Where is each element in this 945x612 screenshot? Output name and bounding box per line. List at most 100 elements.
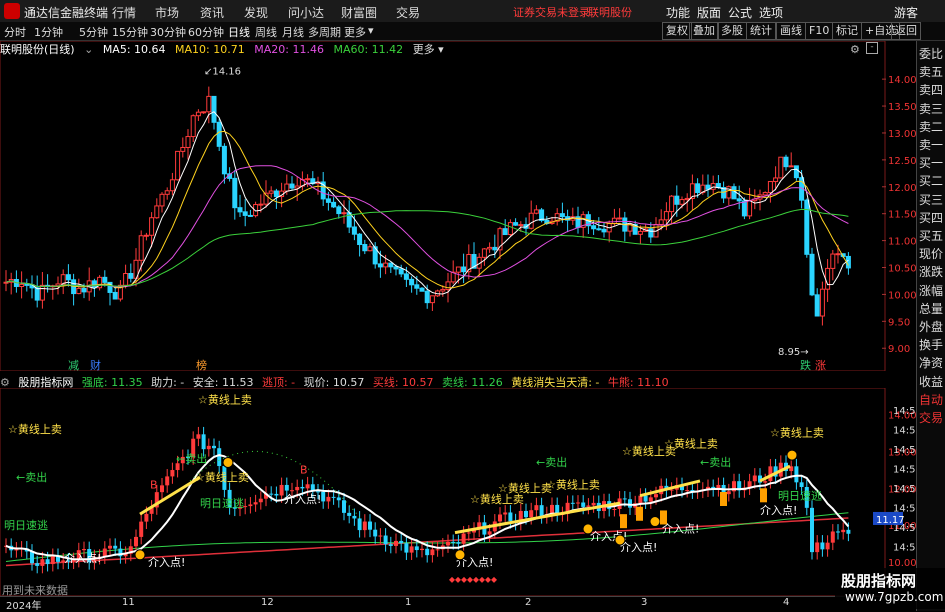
menu-wealth[interactable]: 财富圈 [341, 4, 377, 21]
legend-escape-top: 逃顶: - [261, 376, 296, 389]
chevron-down-icon[interactable]: ⌄ [84, 43, 93, 56]
sidebar-item[interactable]: 净资 [919, 354, 943, 371]
tab-5min[interactable]: 5分钟 [79, 24, 108, 40]
sidebar-item[interactable]: 换手 [919, 336, 943, 353]
sidebar-item[interactable]: 卖二 [919, 118, 943, 135]
signal-sell-out: ←卖出 [16, 470, 47, 484]
candle-body [445, 281, 451, 290]
candle-body [429, 295, 435, 304]
sidebar-item[interactable]: 收益 [919, 373, 943, 390]
tab-60min[interactable]: 60分钟 [188, 24, 224, 40]
f10-button[interactable]: F10 [805, 22, 834, 40]
sidebar-item[interactable]: 卖五 [919, 63, 943, 80]
stock-link[interactable]: 联明股份 [588, 4, 632, 20]
menu-bar: 通达信金融终端 行情 市场 资讯 发现 问小达 财富圈 交易 证券交易未登录 联… [0, 0, 945, 23]
sidebar-item[interactable]: 外盘 [919, 318, 943, 335]
candle-body [112, 291, 118, 300]
sidebar-item[interactable]: 涨跌 [919, 263, 943, 280]
indicator-candle-body [279, 484, 284, 496]
menu-ask[interactable]: 问小达 [288, 4, 324, 21]
tab-more[interactable]: 更多 [344, 24, 366, 40]
candle-body [180, 146, 186, 152]
date-tick: 11 [122, 597, 135, 608]
tab-15min[interactable]: 15分钟 [112, 24, 148, 40]
indicator-candle-body [446, 541, 450, 546]
settings-gear-icon[interactable]: ⚙ [0, 376, 10, 389]
sidebar-item[interactable]: 现价 [919, 245, 943, 262]
high-price-label: ↙14.16 [204, 67, 241, 78]
overlay-button[interactable]: 叠加 [689, 22, 719, 40]
candle-body [19, 283, 25, 287]
sidebar-item[interactable]: 委比 [919, 45, 943, 62]
trade-login-notice[interactable]: 证券交易未登录 [513, 4, 590, 20]
tab-daily[interactable]: 日线 [228, 24, 250, 40]
indicator-candle-body [414, 546, 419, 551]
sidebar-item[interactable]: 总量 [919, 300, 943, 317]
tab-intraday[interactable]: 分时 [4, 24, 26, 40]
tab-1min[interactable]: 1分钟 [34, 24, 63, 40]
tab-monthly[interactable]: 月线 [282, 24, 304, 40]
tab-weekly[interactable]: 周线 [255, 24, 277, 40]
sidebar-item[interactable]: 交易 [919, 409, 943, 426]
draw-line-button[interactable]: 画线 [776, 22, 806, 40]
indicator-chart[interactable]: 14.0013.0012.0011.0010.0014:5614:5614:56… [0, 388, 916, 596]
sidebar-item[interactable]: 买三 [919, 191, 943, 208]
candle-body [617, 217, 623, 220]
stats-button[interactable]: 统计 [746, 22, 776, 40]
candle-body [336, 206, 342, 215]
sidebar-item[interactable]: 卖一 [919, 136, 943, 153]
menu-options[interactable]: 选项 [759, 4, 783, 21]
adjust-button[interactable]: 复权 [662, 22, 692, 40]
back-button[interactable]: 返回 [891, 22, 921, 40]
orange-signal-bar [760, 488, 767, 503]
ma5-line [5, 111, 849, 295]
indicator-candle-body [763, 481, 768, 483]
sidebar-item[interactable]: 自动 [919, 391, 943, 408]
menu-market-quotes[interactable]: 行情 [112, 4, 136, 21]
candle-body [778, 156, 784, 179]
mark-button[interactable]: 标记 [832, 22, 862, 40]
menu-formula[interactable]: 公式 [728, 4, 752, 21]
menu-trade[interactable]: 交易 [396, 4, 420, 21]
menu-layout[interactable]: 版面 [697, 4, 721, 21]
sidebar-item[interactable]: 买二 [919, 172, 943, 189]
candle-body [507, 222, 513, 236]
price-tick-label: 9.50 [888, 317, 910, 328]
candle-body [518, 224, 524, 227]
indicator-candle-body [836, 531, 840, 533]
menu-discover[interactable]: 发现 [244, 4, 268, 21]
event-badge[interactable]: 榜 [196, 358, 207, 371]
menu-market[interactable]: 市场 [155, 4, 179, 21]
sidebar-item[interactable]: 卖三 [919, 100, 943, 117]
candlestick-chart[interactable]: 14.00 13.50 13.00 12.50 12.00 11.50 11.00 10.50… [0, 41, 916, 371]
event-badge[interactable]: 涨 [815, 359, 826, 371]
menu-news[interactable]: 资讯 [200, 4, 224, 21]
guest-account[interactable]: 游客 [894, 4, 918, 21]
event-badge[interactable]: 减 [68, 359, 79, 371]
indicator-candle-body [378, 535, 383, 537]
candle-body [492, 246, 498, 251]
event-badge[interactable]: 跌 [800, 358, 811, 371]
collapse-icon[interactable]: - [866, 42, 878, 54]
sidebar-item[interactable]: 买四 [919, 209, 943, 226]
tab-30min[interactable]: 30分钟 [150, 24, 186, 40]
sidebar-item[interactable]: 卖四 [919, 81, 943, 98]
yellow-trend-segment [139, 475, 201, 516]
more-label[interactable]: 更多 ▾ [413, 43, 444, 56]
candle-body [149, 217, 155, 236]
candle-body [164, 190, 170, 195]
settings-gear-icon[interactable]: ⚙ [850, 43, 860, 56]
indicator-candle-body [45, 559, 50, 565]
sidebar-item[interactable]: 买五 [919, 227, 943, 244]
sidebar-item[interactable]: 买一 [919, 154, 943, 171]
multi-stock-button[interactable]: 多股 [717, 22, 747, 40]
chevron-down-icon[interactable]: ▾ [368, 24, 374, 37]
sidebar-item[interactable]: 涨幅 [919, 282, 943, 299]
ma-legend: 联明股份(日线) ⌄ MA5: 10.64 MA10: 10.71 MA20: … [0, 41, 450, 56]
candle-body [528, 212, 534, 229]
event-badge[interactable]: 财 [90, 358, 101, 371]
watermark-title: 股朋指标网 [841, 572, 917, 590]
menu-functions[interactable]: 功能 [666, 4, 690, 21]
tab-multi-period[interactable]: 多周期 [308, 24, 341, 40]
indicator-candle-body [113, 545, 118, 549]
